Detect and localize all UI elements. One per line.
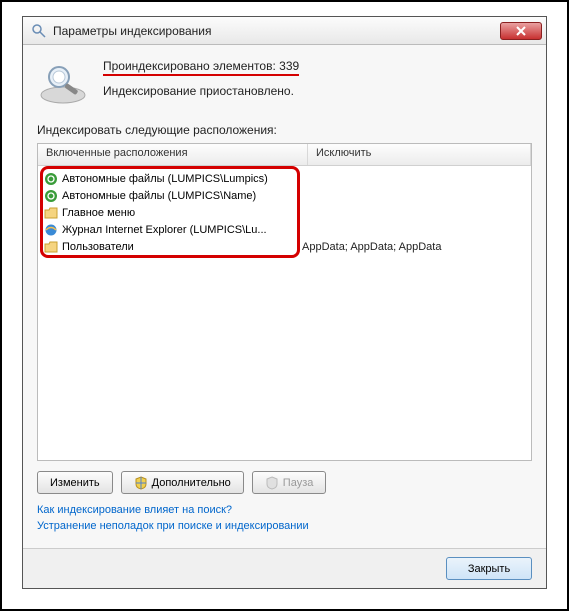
- shield-icon: [134, 476, 148, 490]
- close-button[interactable]: [500, 22, 542, 40]
- list-item[interactable]: Пользователи AppData; AppData; AppData: [38, 238, 531, 255]
- list-body: Автономные файлы (LUMPICS\Lumpics) Автон…: [38, 166, 531, 460]
- list-header-row: Включенные расположения Исключить: [38, 144, 531, 166]
- titlebar-text: Параметры индексирования: [53, 24, 500, 38]
- dialog-window: Параметры индексирования Проиндексирован…: [22, 16, 547, 589]
- shield-icon: [265, 476, 279, 490]
- list-item[interactable]: Автономные файлы (LUMPICS\Lumpics): [38, 170, 531, 187]
- item-label: Журнал Internet Explorer (LUMPICS\Lu...: [62, 224, 267, 236]
- advanced-button[interactable]: Дополнительно: [121, 471, 244, 494]
- app-icon: [31, 23, 47, 39]
- sync-icon: [44, 172, 58, 186]
- list-item[interactable]: Автономные файлы (LUMPICS\Name): [38, 187, 531, 204]
- help-links: Как индексирование влияет на поиск? Устр…: [37, 504, 532, 536]
- titlebar: Параметры индексирования: [23, 17, 546, 45]
- pause-button: Пауза: [252, 471, 327, 494]
- list-item[interactable]: Журнал Internet Explorer (LUMPICS\Lu...: [38, 221, 531, 238]
- item-label: Автономные файлы (LUMPICS\Name): [62, 190, 256, 202]
- folder-icon: [44, 206, 58, 220]
- ie-icon: [44, 223, 58, 237]
- sync-icon: [44, 189, 58, 203]
- locations-listbox[interactable]: Включенные расположения Исключить Автоно…: [37, 143, 532, 461]
- indexed-prefix: Проиндексировано элементов:: [103, 59, 279, 73]
- col-exclude[interactable]: Исключить: [308, 144, 531, 165]
- link-how-affects-search[interactable]: Как индексирование влияет на поиск?: [37, 504, 232, 516]
- header-row: Проиндексировано элементов: 339 Индексир…: [37, 57, 532, 105]
- item-label: Пользователи: [62, 241, 134, 253]
- indexed-count: 339: [279, 59, 299, 73]
- indexed-count-line: Проиндексировано элементов: 339: [103, 59, 299, 76]
- locations-label: Индексировать следующие расположения:: [37, 123, 532, 137]
- col-included[interactable]: Включенные расположения: [38, 144, 308, 165]
- item-label: Главное меню: [62, 207, 135, 219]
- folder-icon: [44, 240, 58, 254]
- item-exclude: AppData; AppData; AppData: [302, 241, 525, 253]
- list-item[interactable]: Главное меню: [38, 204, 531, 221]
- magnifier-icon: [37, 61, 89, 105]
- screenshot-frame: Параметры индексирования Проиндексирован…: [0, 0, 569, 611]
- item-label: Автономные файлы (LUMPICS\Lumpics): [62, 173, 268, 185]
- close-dialog-button[interactable]: Закрыть: [446, 557, 532, 580]
- modify-button[interactable]: Изменить: [37, 471, 113, 494]
- status-text: Индексирование приостановлено.: [103, 84, 299, 98]
- footer: Закрыть: [23, 548, 546, 588]
- content-area: Проиндексировано элементов: 339 Индексир…: [23, 45, 546, 548]
- link-troubleshoot[interactable]: Устранение неполадок при поиске и индекс…: [37, 520, 309, 532]
- buttons-row: Изменить Дополнительно Пауза: [37, 471, 532, 494]
